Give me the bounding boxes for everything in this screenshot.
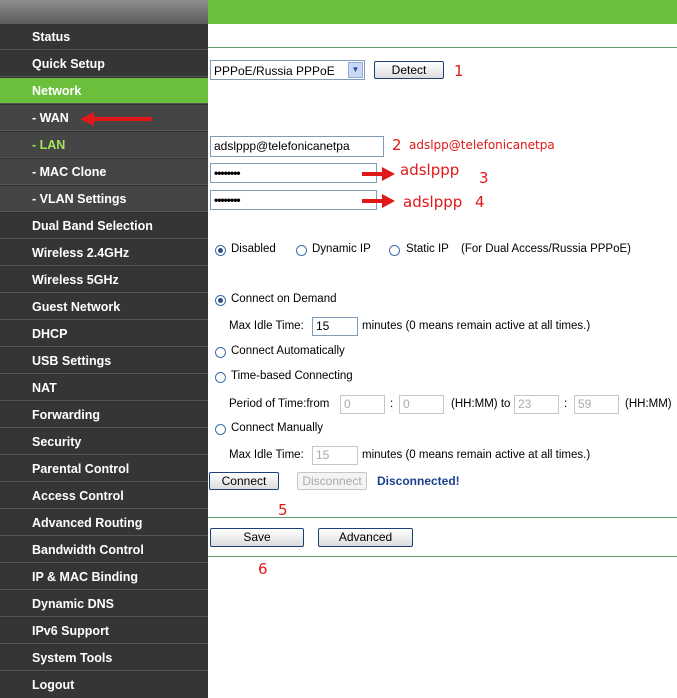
- secondary-disabled-radio[interactable]: [215, 245, 226, 256]
- sidebar-item-nat[interactable]: NAT: [0, 375, 208, 401]
- sidebar-item-system-tools[interactable]: System Tools: [0, 645, 208, 671]
- colon-separator: :: [390, 398, 394, 410]
- connect-button[interactable]: Connect: [209, 472, 279, 490]
- secondary-dynamic-ip-radio[interactable]: [296, 245, 307, 256]
- sidebar-item-logout[interactable]: Logout: [0, 672, 208, 698]
- annotation-5: 5: [278, 501, 288, 519]
- connection-status: Disconnected!: [377, 474, 460, 488]
- connect-automatically-radio[interactable]: [215, 347, 226, 358]
- secondary-note: (For Dual Access/Russia PPPoE): [461, 243, 632, 255]
- sidebar-item-guest-network[interactable]: Guest Network: [0, 294, 208, 320]
- annotation-1: 1: [454, 62, 464, 80]
- max-idle-note-manual: minutes (0 means remain active at all ti…: [362, 449, 591, 461]
- sidebar-item-ip-mac-binding[interactable]: IP & MAC Binding: [0, 564, 208, 590]
- sidebar-item-ipv6-support[interactable]: IPv6 Support: [0, 618, 208, 644]
- time-based-label: Time-based Connecting: [231, 370, 353, 382]
- connect-manually-label: Connect Manually: [231, 422, 324, 434]
- sidebar-item-dynamic-dns[interactable]: Dynamic DNS: [0, 591, 208, 617]
- from-hour-input[interactable]: 0: [340, 395, 385, 414]
- secondary-static-ip-label: Static IP: [406, 243, 449, 255]
- sidebar-item-forwarding[interactable]: Forwarding: [0, 402, 208, 428]
- username-input[interactable]: adslppp@telefonicanetpa: [210, 136, 384, 157]
- sidebar-item-parental-control[interactable]: Parental Control: [0, 456, 208, 482]
- sidebar-item-dual-band[interactable]: Dual Band Selection: [0, 213, 208, 239]
- max-idle-label: Max Idle Time:: [229, 320, 304, 332]
- connect-manually-radio[interactable]: [215, 424, 226, 435]
- annotation-3: 3: [479, 169, 489, 187]
- from-minute-input[interactable]: 0: [399, 395, 444, 414]
- secondary-disabled-label: Disabled: [231, 243, 276, 255]
- max-idle-input-manual[interactable]: 15: [312, 446, 358, 465]
- time-based-radio[interactable]: [215, 372, 226, 383]
- sidebar-item-wireless-5[interactable]: Wireless 5GHz: [0, 267, 208, 293]
- detect-button[interactable]: Detect: [374, 61, 444, 79]
- sidebar-item-dhcp[interactable]: DHCP: [0, 321, 208, 347]
- wan-settings-panel: PPPoE/Russia PPPoE ▼ Detect 1 adslppp@te…: [208, 24, 677, 696]
- sidebar-item-bandwidth-control[interactable]: Bandwidth Control: [0, 537, 208, 563]
- secondary-static-ip-radio[interactable]: [389, 245, 400, 256]
- sidebar-item-status[interactable]: Status: [0, 24, 208, 50]
- to-hour-input[interactable]: 23: [514, 395, 559, 414]
- colon-separator: :: [564, 398, 568, 410]
- arrow-left-icon: [80, 112, 152, 126]
- max-idle-note: minutes (0 means remain active at all ti…: [362, 320, 591, 332]
- sidebar-item-security[interactable]: Security: [0, 429, 208, 455]
- sidebar-item-access-control[interactable]: Access Control: [0, 483, 208, 509]
- arrow-right-icon: [362, 194, 395, 208]
- advanced-button[interactable]: Advanced: [318, 528, 413, 547]
- chevron-down-icon: ▼: [348, 62, 363, 78]
- sidebar-item-advanced-routing[interactable]: Advanced Routing: [0, 510, 208, 536]
- confirm-password-input[interactable]: ••••••••: [210, 190, 377, 210]
- arrow-right-icon: [362, 167, 395, 181]
- annotation-4-text: adslppp: [403, 193, 463, 211]
- sidebar-item-quick-setup[interactable]: Quick Setup: [0, 51, 208, 77]
- connect-automatically-label: Connect Automatically: [231, 345, 345, 357]
- disconnect-button[interactable]: Disconnect: [297, 472, 367, 490]
- annotation-3-text: adslppp: [400, 161, 460, 179]
- password-input[interactable]: ••••••••: [210, 163, 377, 183]
- connect-on-demand-label: Connect on Demand: [231, 293, 337, 305]
- connect-on-demand-radio[interactable]: [215, 295, 226, 306]
- sidebar-menu: Status Quick Setup Network - WAN - LAN -…: [0, 0, 208, 698]
- period-label: Period of Time:from: [229, 398, 330, 410]
- max-idle-input[interactable]: 15: [312, 317, 358, 336]
- sidebar-item-usb-settings[interactable]: USB Settings: [0, 348, 208, 374]
- hhmm-label: (HH:MM): [625, 398, 672, 410]
- sidebar-item-lan[interactable]: - LAN: [0, 132, 208, 158]
- secondary-dynamic-ip-label: Dynamic IP: [312, 243, 371, 255]
- sidebar-header-bar: [0, 0, 208, 24]
- sidebar-item-vlan-settings[interactable]: - VLAN Settings: [0, 186, 208, 212]
- hhmm-to-label: (HH:MM) to: [451, 398, 511, 410]
- connection-type-value: PPPoE/Russia PPPoE: [214, 64, 335, 78]
- save-button[interactable]: Save: [210, 528, 304, 547]
- connection-type-select[interactable]: PPPoE/Russia PPPoE ▼: [210, 60, 365, 80]
- header-bar: [208, 0, 677, 24]
- to-minute-input[interactable]: 59: [574, 395, 619, 414]
- annotation-2: 2: [392, 136, 402, 154]
- annotation-4: 4: [475, 193, 485, 211]
- sidebar-item-wireless-24[interactable]: Wireless 2.4GHz: [0, 240, 208, 266]
- sidebar-item-mac-clone[interactable]: - MAC Clone: [0, 159, 208, 185]
- max-idle-label-manual: Max Idle Time:: [229, 449, 304, 461]
- annotation-2-text: adslpp@telefonicanetpa: [409, 138, 555, 152]
- sidebar-item-network[interactable]: Network: [0, 78, 208, 104]
- annotation-6: 6: [258, 560, 268, 578]
